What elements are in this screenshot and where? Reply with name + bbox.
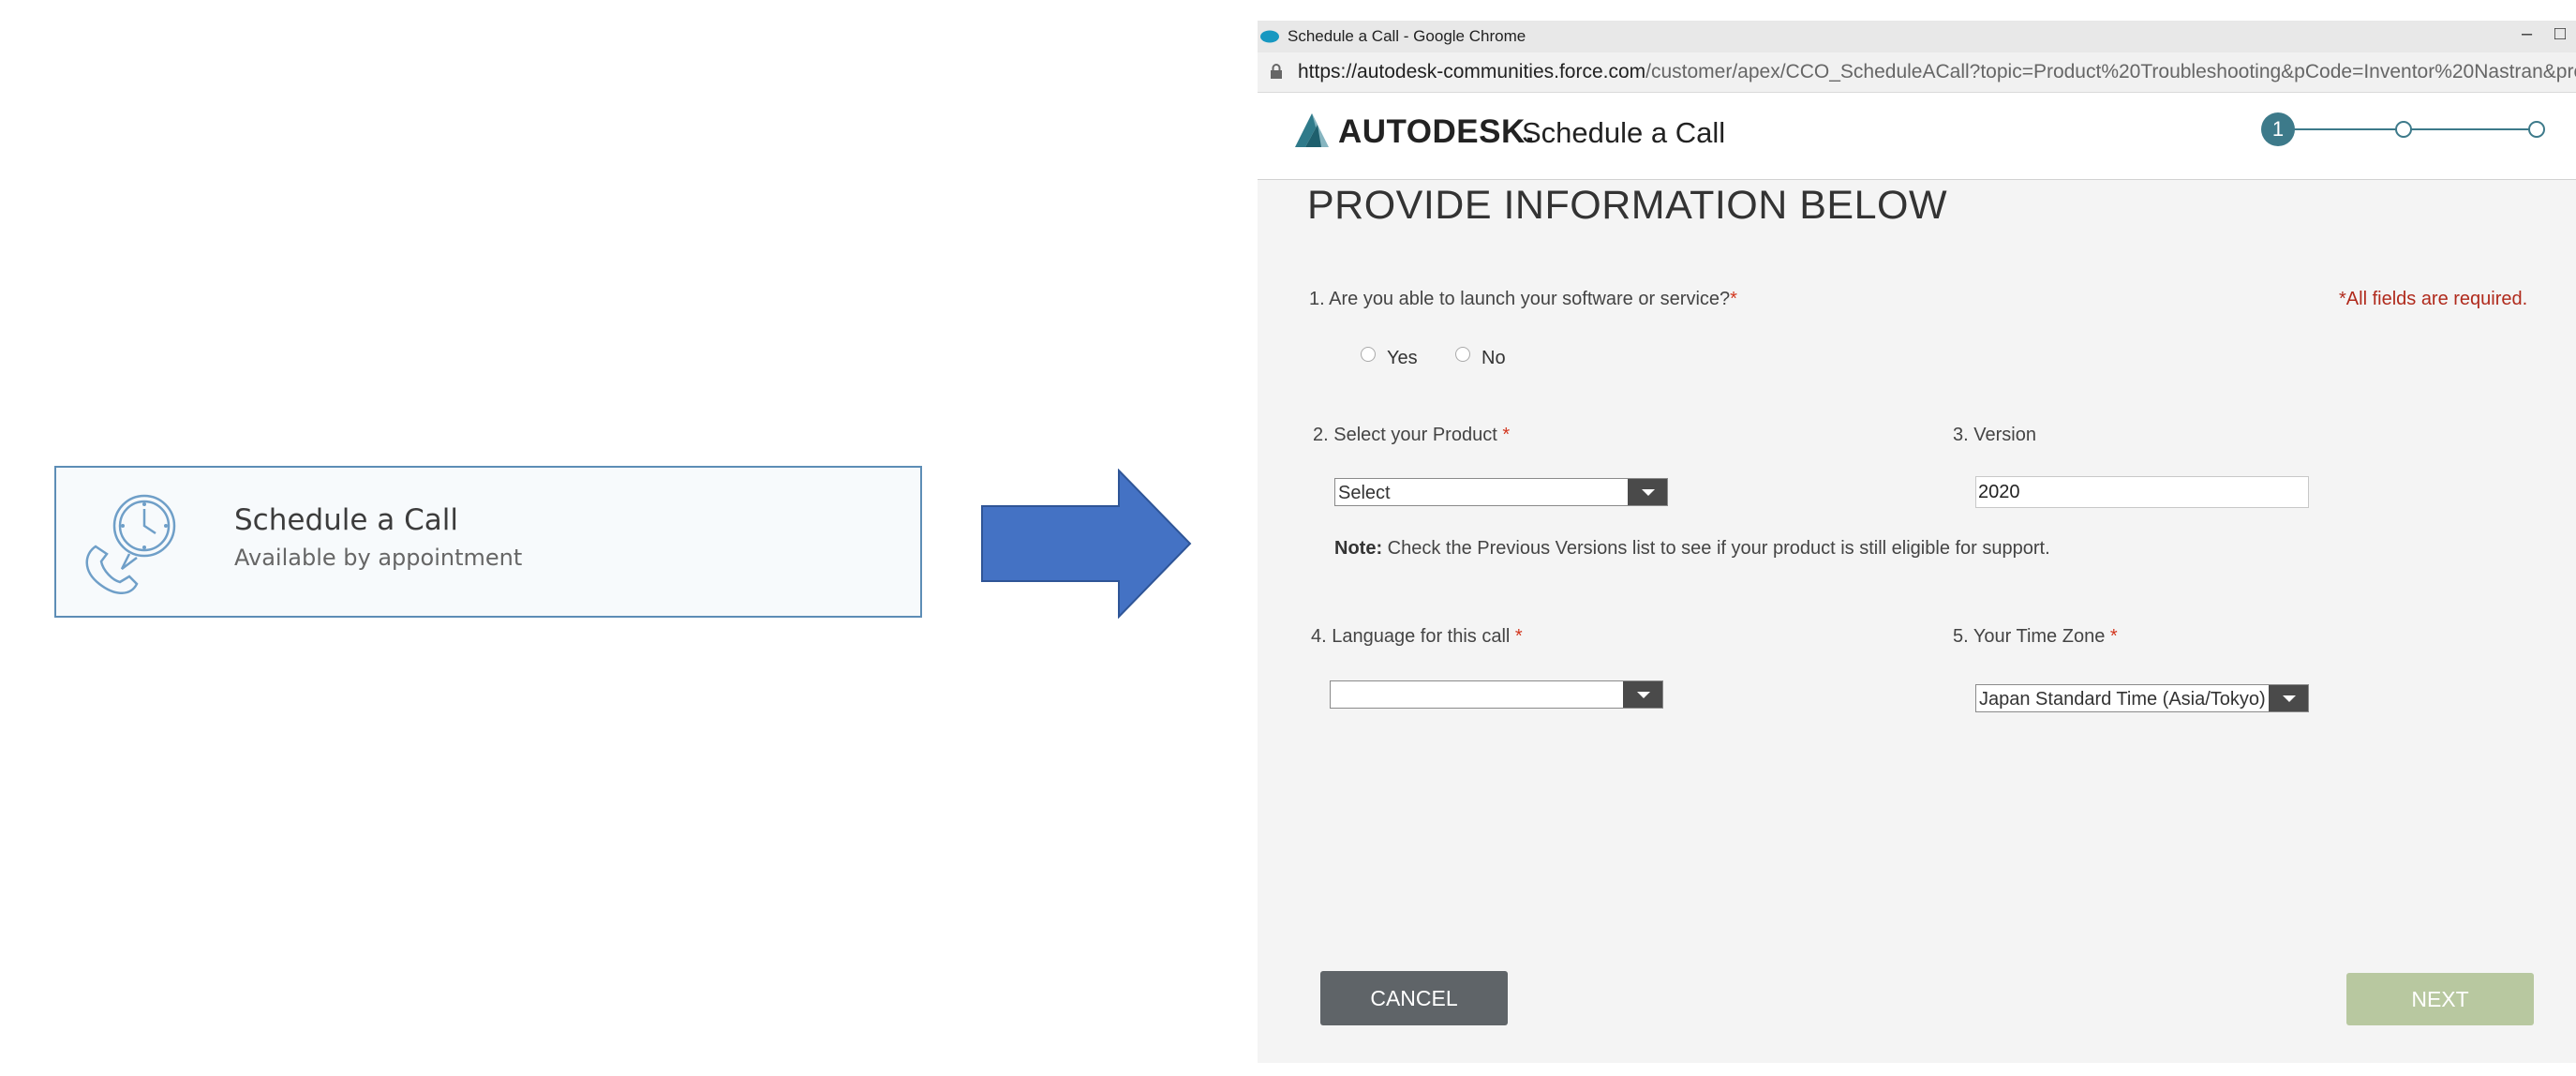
- q4-label: 4. Language for this call *: [1311, 626, 1523, 647]
- q1-label: 1. Are you able to launch your software …: [1309, 289, 1737, 309]
- minimize-button[interactable]: –: [2522, 23, 2532, 45]
- product-select-value: Select: [1338, 483, 1391, 503]
- url-text: https://autodesk-communities.force.com/c…: [1298, 61, 2576, 82]
- window-titlebar: Schedule a Call - Google Chrome – □: [1258, 21, 2576, 52]
- radio-yes[interactable]: [1361, 347, 1376, 362]
- q3-label: 3. Version: [1953, 425, 2036, 445]
- schedule-call-card[interactable]: Schedule a Call Available by appointment: [54, 466, 922, 618]
- progress-stepper: [2261, 112, 2545, 146]
- browser-window: Schedule a Call - Google Chrome – □ http…: [1258, 21, 2576, 1063]
- step-2: [2395, 121, 2412, 138]
- chevron-down-icon[interactable]: [2269, 685, 2308, 711]
- product-select[interactable]: Select: [1334, 478, 1668, 506]
- q2-label: 2. Select your Product *: [1313, 425, 1511, 445]
- brand-name: AUTODESK.: [1338, 113, 1535, 150]
- step-3: [2528, 121, 2545, 138]
- page-header: AUTODESK. Schedule a Call 1: [1258, 93, 2576, 180]
- radio-no[interactable]: [1455, 347, 1470, 362]
- version-input[interactable]: [1975, 476, 2309, 508]
- timezone-select[interactable]: Japan Standard Time (Asia/Tokyo): [1975, 684, 2309, 712]
- version-note: Note: Check the Previous Versions list t…: [1334, 538, 2050, 559]
- next-button[interactable]: NEXT: [2346, 973, 2534, 1025]
- autodesk-logo-icon: [1295, 113, 1329, 147]
- timezone-select-value: Japan Standard Time (Asia/Tokyo): [1979, 689, 2266, 710]
- q5-label: 5. Your Time Zone *: [1953, 626, 2118, 647]
- page-title: Schedule a Call: [1522, 116, 1726, 149]
- required-note: *All fields are required.: [2339, 289, 2528, 309]
- form-heading: PROVIDE INFORMATION BELOW: [1307, 183, 1948, 228]
- language-select[interactable]: [1330, 680, 1663, 709]
- salesforce-cloud-icon: [1260, 30, 1279, 43]
- window-title: Schedule a Call - Google Chrome: [1288, 27, 1526, 45]
- cancel-button[interactable]: CANCEL: [1320, 971, 1508, 1025]
- address-bar[interactable]: https://autodesk-communities.force.com/c…: [1258, 52, 2576, 93]
- radio-yes-label[interactable]: Yes: [1387, 348, 1418, 369]
- radio-no-label[interactable]: No: [1482, 348, 1506, 369]
- maximize-button[interactable]: □: [2554, 23, 2566, 45]
- chevron-down-icon[interactable]: [1623, 681, 1662, 708]
- lock-icon: [1271, 64, 1282, 79]
- card-subtitle: Available by appointment: [234, 545, 523, 571]
- step-1-number: 1: [2271, 117, 2285, 141]
- card-title: Schedule a Call: [234, 503, 459, 537]
- right-arrow-icon: [981, 469, 1192, 619]
- chevron-down-icon[interactable]: [1628, 479, 1667, 505]
- phone-clock-icon: [85, 494, 176, 594]
